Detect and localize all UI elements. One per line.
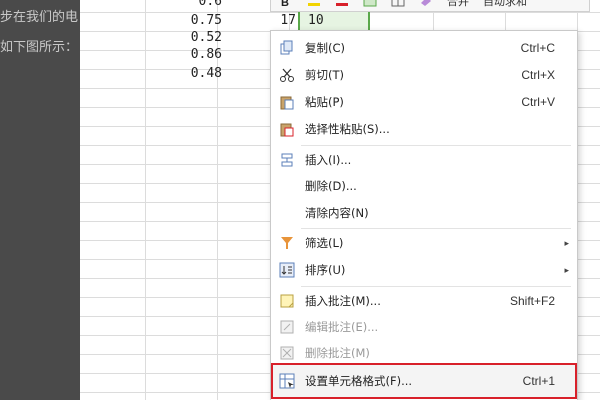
sort-icon <box>279 262 295 278</box>
menu-item-format-cells[interactable]: 设置单元格格式(F)... Ctrl+1 <box>271 368 577 394</box>
scissors-icon <box>279 67 295 83</box>
submenu-arrow-icon: ▸ <box>564 264 569 275</box>
menu-item-paste-special[interactable]: 选择性粘贴(S)... <box>271 116 577 142</box>
menu-item-filter[interactable]: 筛选(L) ▸ <box>271 230 577 256</box>
context-menu: 复制(C) Ctrl+C 剪切(T) Ctrl+X 粘贴(P) Ctrl+V 选… <box>270 30 578 400</box>
menu-item-delete[interactable]: 删除(D)... <box>271 173 577 199</box>
menu-item-paste[interactable]: 粘贴(P) Ctrl+V <box>271 89 577 115</box>
menu-item-copy[interactable]: 复制(C) Ctrl+C <box>271 35 577 61</box>
menu-separator <box>301 228 571 229</box>
cell-border-icon[interactable] <box>391 0 405 7</box>
edit-comment-icon <box>279 319 295 335</box>
insert-icon <box>279 152 295 168</box>
menu-item-insert[interactable]: 插入(I)... <box>271 147 577 173</box>
submenu-arrow-icon: ▸ <box>564 237 569 248</box>
highlight-icon[interactable] <box>307 0 321 7</box>
paste-special-icon <box>279 121 295 137</box>
table-cell[interactable]: 0.6 <box>160 0 222 11</box>
merge-button[interactable]: 合并 <box>447 0 469 9</box>
svg-text:B: B <box>281 0 289 7</box>
menu-item-cut[interactable]: 剪切(T) Ctrl+X <box>271 62 577 88</box>
delete-comment-icon <box>279 345 295 361</box>
article-line: 步在我们的电 <box>0 10 79 25</box>
table-cell[interactable]: 10 <box>302 11 364 30</box>
menu-item-edit-comment[interactable]: 编辑批注(E)... <box>271 314 577 340</box>
article-line: 如下图所示： <box>0 40 79 55</box>
table-cell[interactable]: 0.86 <box>160 45 222 64</box>
menu-item-clear-contents[interactable]: 清除内容(N) <box>271 200 577 226</box>
menu-separator <box>301 286 571 287</box>
menu-separator <box>301 145 571 146</box>
font-color-icon[interactable] <box>335 0 349 7</box>
filter-icon <box>279 235 295 251</box>
paste-icon <box>279 94 295 110</box>
autosum-button[interactable]: 自动求和 <box>483 0 527 9</box>
format-cells-icon <box>279 373 295 389</box>
border-icon[interactable] <box>363 0 377 7</box>
eraser-icon[interactable] <box>419 0 433 7</box>
menu-item-insert-comment[interactable]: 插入批注(M)... Shift+F2 <box>271 288 577 314</box>
article-text-strip: 步在我们的电 如下图所示： <box>0 0 80 400</box>
comment-icon <box>279 293 295 309</box>
table-cell[interactable]: 0.48 <box>160 64 222 83</box>
mini-toolbar: B 合并 自动求和 <box>270 0 590 12</box>
bold-icon[interactable]: B <box>279 0 293 9</box>
copy-icon <box>279 40 295 56</box>
menu-item-delete-comment[interactable]: 删除批注(M) <box>271 340 577 366</box>
menu-item-sort[interactable]: 排序(U) ▸ <box>271 257 577 283</box>
